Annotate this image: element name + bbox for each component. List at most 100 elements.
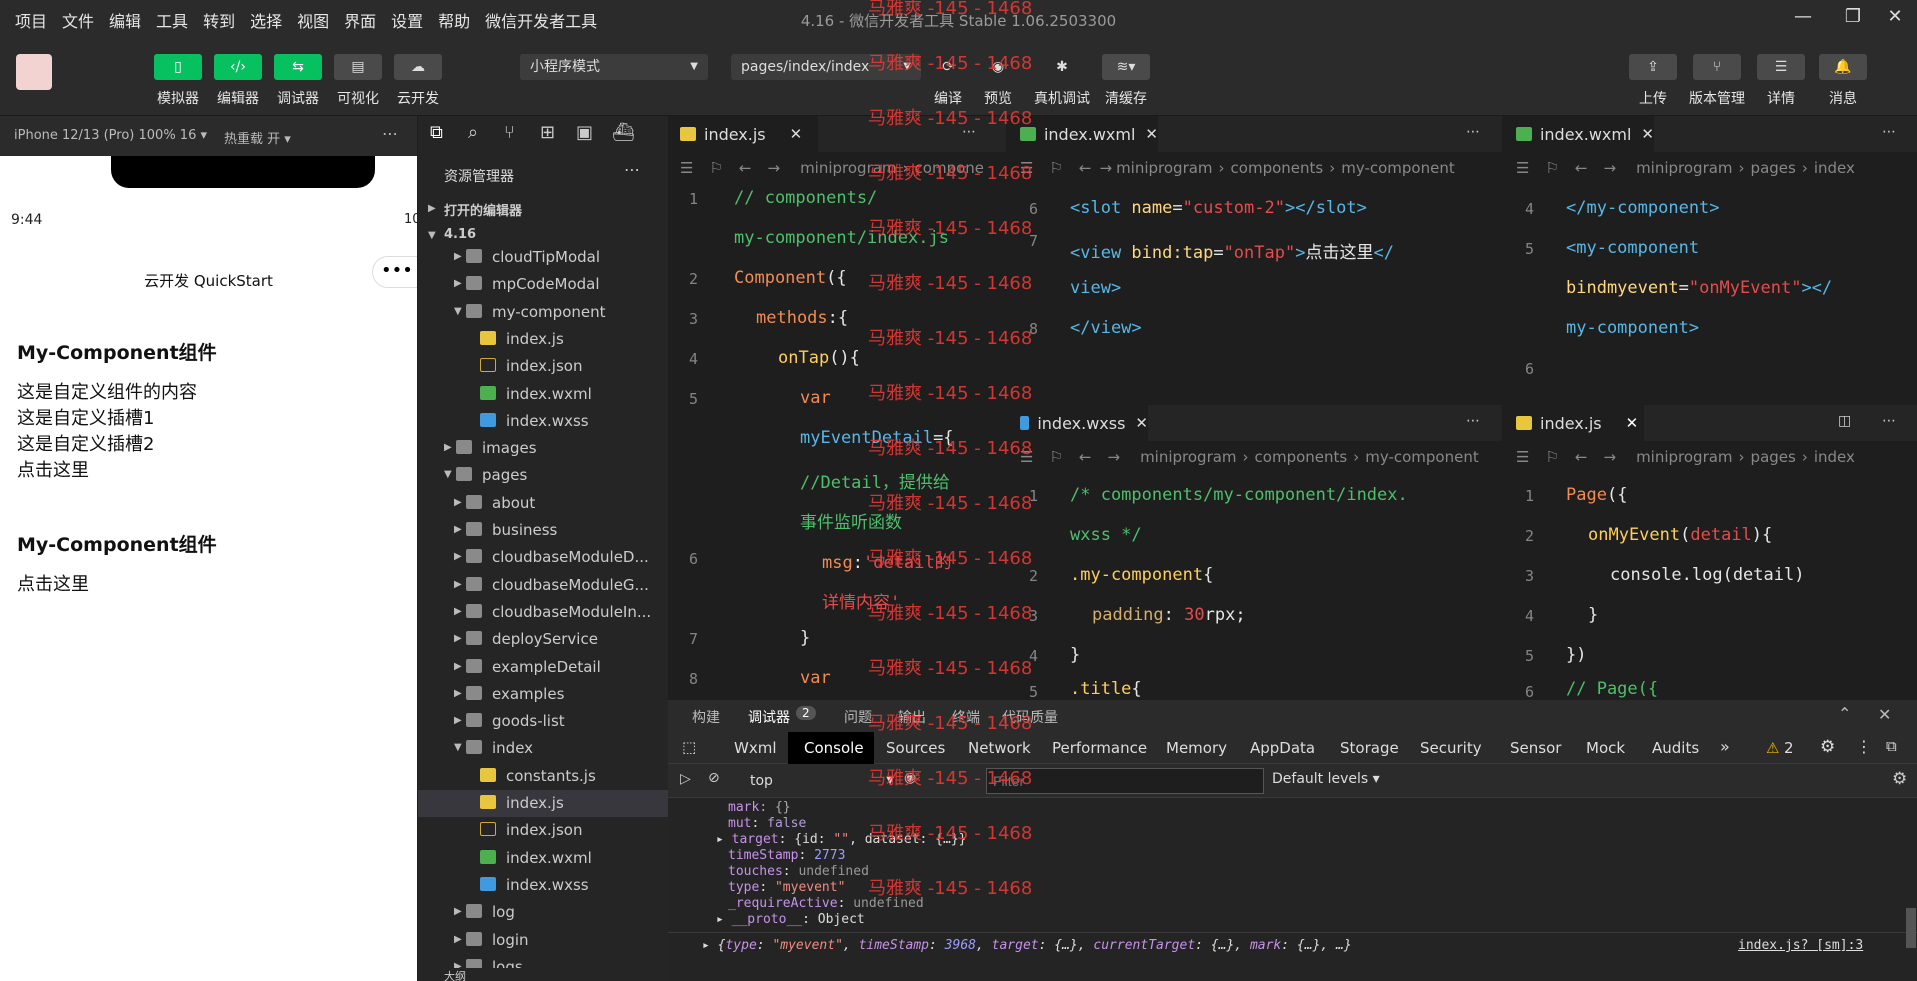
more-panels-icon[interactable]: » (1720, 737, 1730, 756)
messages-button[interactable]: 🔔 消息 (1818, 54, 1868, 108)
editor1-tab[interactable]: index.js ✕ (668, 116, 818, 152)
gear-icon[interactable]: ⚙ (1820, 737, 1835, 757)
hot-reload-toggle[interactable]: 热重载 开 ▾ (224, 128, 291, 147)
cloud-button[interactable]: ☁ 云开发 (391, 54, 445, 108)
extensions-icon[interactable]: ⊞ (540, 122, 555, 143)
chevron-right-icon[interactable]: ▶ (454, 606, 462, 617)
docker-icon[interactable]: ⛴ (612, 122, 635, 143)
tree-item[interactable]: index.wxss (418, 408, 668, 435)
more-icon[interactable]: ⋯ (624, 160, 640, 179)
editor3-code[interactable]: 4 5 6 </my-component> <my-component bind… (1504, 184, 1917, 404)
forward-icon[interactable]: → (1603, 159, 1616, 177)
tree-item[interactable]: ▶ deployService (418, 626, 668, 653)
split-editor-icon[interactable]: ◫ (1838, 413, 1851, 429)
minimize-icon[interactable]: — (1788, 6, 1818, 32)
upload-button[interactable]: ⇪ 上传 (1628, 54, 1678, 108)
tree-item[interactable]: index.js (418, 326, 668, 353)
tab-build[interactable]: 构建 (692, 707, 720, 727)
tree-item[interactable]: ▶ images (418, 435, 668, 462)
panel-memory[interactable]: Memory (1166, 739, 1227, 757)
maximize-icon[interactable]: ❐ (1838, 6, 1868, 32)
panel-icon[interactable]: ▣ (576, 122, 593, 143)
panel-appdata[interactable]: AppData (1250, 739, 1315, 757)
outline-section[interactable]: 大纲 (418, 968, 668, 981)
close-tab-icon[interactable]: ✕ (1641, 125, 1654, 143)
simulator-button[interactable]: ▯ 模拟器 (151, 54, 205, 108)
close-window-icon[interactable]: ✕ (1880, 6, 1910, 32)
tap-here-link-2[interactable]: 点击这里 (17, 570, 89, 596)
avatar[interactable] (16, 54, 52, 90)
editor4-code[interactable]: 1 2 3 4 5 /* components/my-component/ind… (1008, 473, 1502, 700)
tree-item[interactable]: ▼ my-component (418, 299, 668, 326)
tree-item[interactable]: index.wxss (418, 872, 668, 899)
tree-item[interactable]: ▶ mpCodeModal (418, 271, 668, 298)
forward-icon[interactable]: → (1099, 159, 1112, 177)
more-icon[interactable]: ⋯ (1882, 124, 1896, 140)
tree-item[interactable]: ▶ examples (418, 681, 668, 708)
clear-console-icon[interactable]: ⊘ (708, 770, 720, 786)
tab-debugger[interactable]: 调试器 (748, 707, 790, 727)
tree-item[interactable]: index.js (418, 790, 668, 817)
list-icon[interactable]: ☰ (1516, 448, 1529, 466)
close-tab-icon[interactable]: ✕ (1626, 414, 1639, 432)
clear-cache-button[interactable]: ≋▾ 清缓存 (1098, 54, 1154, 108)
panel-sensor[interactable]: Sensor (1510, 739, 1561, 757)
more-icon[interactable]: ⋯ (1882, 413, 1896, 429)
panel-storage[interactable]: Storage (1340, 739, 1399, 757)
bookmark-icon[interactable]: ⚐ (1049, 448, 1062, 466)
close-tab-icon[interactable]: ✕ (1135, 414, 1148, 432)
bookmark-icon[interactable]: ⚐ (709, 159, 722, 177)
tree-item[interactable]: ▶ login (418, 927, 668, 954)
chevron-right-icon[interactable]: ▶ (454, 251, 462, 262)
tree-item[interactable]: index.wxml (418, 845, 668, 872)
tree-item[interactable]: ▶ cloudbaseModuleIn... (418, 599, 668, 626)
tree-item[interactable]: ▶ log (418, 899, 668, 926)
tree-item[interactable]: ▶ cloudTipModal (418, 244, 668, 271)
sidebar-toggle-icon[interactable]: ▷ (680, 771, 691, 787)
more-icon[interactable]: ⋯ (382, 124, 398, 143)
console-output[interactable]: mark: {} mut: false ▸ target: {id: "", d… (668, 798, 1917, 981)
more-icon[interactable]: ⋯ (1466, 413, 1480, 429)
forward-icon[interactable]: → (767, 159, 780, 177)
search-icon[interactable]: ⌕ (468, 122, 478, 143)
git-icon[interactable]: ⑂ (504, 122, 515, 143)
editor-button[interactable]: ‹/› 编辑器 (211, 54, 265, 108)
chevron-down-icon[interactable]: ▼ (454, 742, 462, 753)
visual-button[interactable]: ▤ 可视化 (331, 54, 385, 108)
tree-item[interactable]: ▶ cloudbaseModuleD... (418, 544, 668, 571)
editor2-code[interactable]: 6 7 8 <slot name="custom-2"></slot> <vie… (1008, 184, 1502, 404)
panel-network[interactable]: Network (968, 739, 1031, 757)
tree-item[interactable]: ▶ about (418, 490, 668, 517)
close-tab-icon[interactable]: ✕ (790, 125, 803, 143)
tree-item[interactable]: ▼ pages (418, 462, 668, 489)
back-icon[interactable]: ← (1575, 448, 1588, 466)
tap-here-link[interactable]: 点击这里 (17, 456, 89, 482)
chevron-up-icon[interactable]: ⌃ (1838, 704, 1851, 723)
more-icon[interactable]: ⋯ (1466, 124, 1480, 140)
editor3-tab[interactable]: index.wxml ✕ (1504, 116, 1654, 152)
tree-item[interactable]: ▶ exampleDetail (418, 654, 668, 681)
chevron-right-icon[interactable]: ▶ (454, 278, 462, 289)
details-button[interactable]: ☰ 详情 (1756, 54, 1806, 108)
chevron-right-icon[interactable]: ▶ (454, 551, 462, 562)
close-panel-icon[interactable]: ✕ (1878, 705, 1891, 724)
tree-item[interactable]: ▼ index (418, 735, 668, 762)
panel-audits[interactable]: Audits (1652, 739, 1699, 757)
editor5-code[interactable]: 1 2 3 4 5 6 Page({ onMyEvent(detail){ co… (1504, 473, 1917, 700)
back-icon[interactable]: ← (1079, 448, 1092, 466)
chevron-right-icon[interactable]: ▶ (454, 497, 462, 508)
inspect-icon[interactable]: ⬚ (682, 738, 696, 756)
console-scrollbar[interactable] (1906, 908, 1916, 948)
gear-icon[interactable]: ⚙ (1892, 769, 1907, 789)
kebab-icon[interactable]: ⋮ (1856, 737, 1872, 756)
bookmark-icon[interactable]: ⚐ (1545, 448, 1558, 466)
chevron-right-icon[interactable]: ▶ (454, 579, 462, 590)
tree-item[interactable]: ▶ cloudbaseModuleG... (418, 572, 668, 599)
chevron-right-icon[interactable]: ▶ (444, 442, 452, 453)
device-select[interactable]: iPhone 12/13 (Pro) 100% 16 ▾ (14, 128, 207, 143)
forward-icon[interactable]: → (1107, 448, 1120, 466)
tree-item[interactable]: constants.js (418, 763, 668, 790)
chevron-down-icon[interactable]: ▼ (444, 469, 452, 480)
open-editors-section[interactable]: ▶ 打开的编辑器 (418, 196, 668, 223)
levels-select[interactable]: Default levels ▾ (1272, 771, 1380, 787)
